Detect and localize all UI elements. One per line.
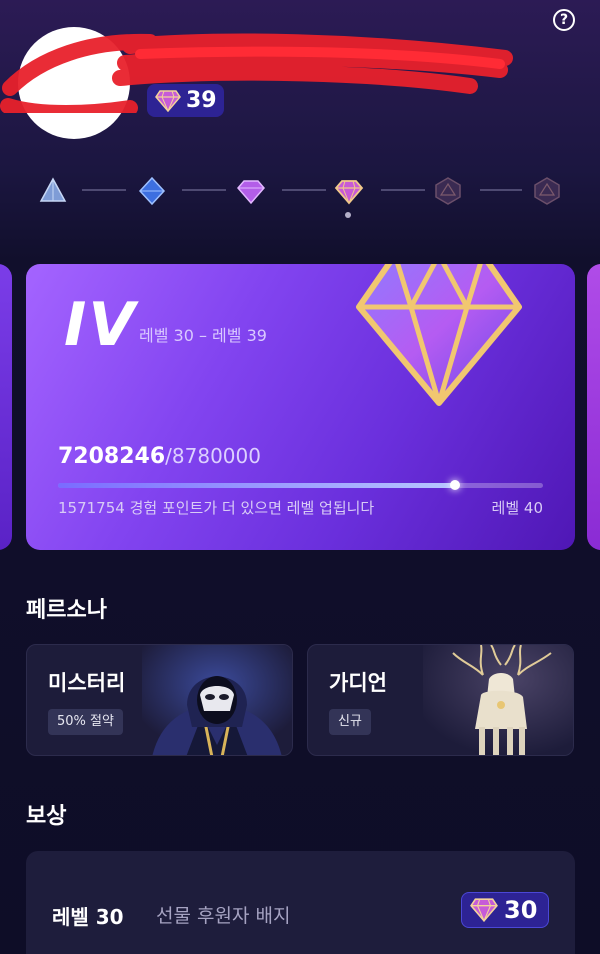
tier-connector [182, 189, 226, 191]
persona-card-guardian[interactable]: 가디언 신규 [307, 644, 574, 756]
tier-connector [480, 189, 522, 191]
previous-tier-card[interactable] [0, 264, 12, 550]
amethyst-tier-icon[interactable] [236, 176, 266, 206]
glowing-stag-illustration [423, 645, 573, 755]
sapphire-tier-icon[interactable] [137, 176, 167, 206]
diamond-gem-icon [155, 89, 181, 112]
current-tier-indicator [345, 212, 351, 218]
diamond-gem-icon [356, 264, 522, 406]
tier-connector [282, 189, 326, 191]
next-tier-card[interactable] [587, 264, 600, 550]
tier-level-range: 레벨 30 – 레벨 39 [139, 326, 267, 345]
help-icon[interactable]: ? [553, 9, 575, 31]
bronze-tier-icon[interactable] [38, 176, 68, 206]
persona-section-title: 페르소나 [26, 598, 107, 623]
rewards-section-title: 보상 [26, 804, 67, 829]
tier-progress-track [0, 170, 600, 220]
reward-name: 선물 후원자 배지 [156, 905, 291, 927]
avatar[interactable] [18, 27, 130, 139]
diamond-tier-icon[interactable] [334, 176, 364, 206]
locked-tier-icon[interactable] [433, 176, 463, 206]
locked-tier-icon[interactable] [532, 176, 562, 206]
xp-progress-fill [58, 480, 461, 490]
persona-tag: 50% 절약 [48, 709, 123, 735]
reward-row[interactable]: 레벨 30 선물 후원자 배지 30 [26, 851, 575, 954]
reward-level: 레벨 30 [52, 905, 124, 929]
xp-current: 7208246 [58, 444, 166, 469]
tier-name: IV [64, 290, 137, 360]
persona-tag: 신규 [329, 709, 371, 735]
current-tier-card[interactable]: IV 레벨 30 – 레벨 39 7208246/8780000 1571754… [26, 264, 575, 550]
reward-level-badge: 30 [461, 892, 549, 928]
user-level-number: 39 [186, 88, 217, 113]
user-level-badge[interactable]: 39 [147, 84, 224, 117]
persona-card-mystery[interactable]: 미스터리 50% 절약 [26, 644, 293, 756]
level-screen: ? 39 IV 레벨 30 – 레벨 39 7208246/8780000 15… [0, 0, 600, 954]
xp-progress-bar [58, 480, 543, 490]
persona-name: 미스터리 [48, 671, 126, 695]
persona-name: 가디언 [329, 671, 387, 695]
tier-connector [381, 189, 425, 191]
xp-remaining-text: 1571754 경험 포인트가 더 있으면 레벨 업됩니다 [58, 499, 375, 517]
diamond-gem-icon [470, 898, 498, 922]
next-level-label: 레벨 40 [491, 499, 543, 517]
xp-readout: 7208246/8780000 [58, 444, 261, 469]
masked-figure-illustration [142, 645, 292, 755]
tier-connector [82, 189, 126, 191]
reward-badge-number: 30 [504, 896, 538, 924]
xp-total: /8780000 [165, 444, 261, 468]
